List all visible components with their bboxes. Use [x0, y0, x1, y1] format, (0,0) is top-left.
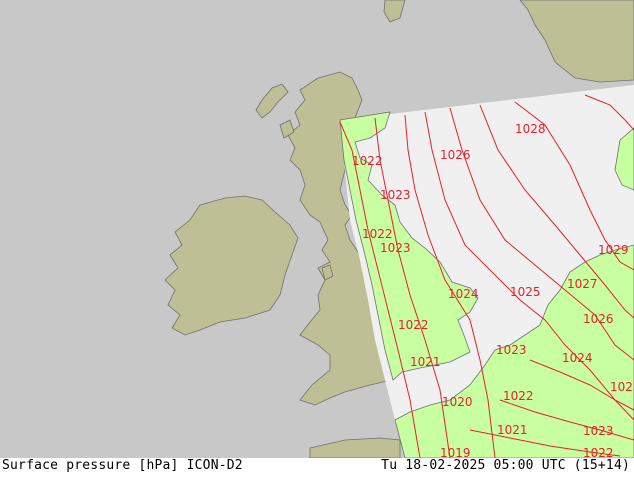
isobar-label: 1022	[352, 154, 383, 168]
isobar-label: 1022	[583, 446, 614, 458]
isobar-label: 1020	[442, 395, 473, 409]
isobar-label: 1022	[503, 389, 534, 403]
valid-time: Tu 18-02-2025 05:00 UTC (15+14)	[381, 458, 630, 473]
isobar-label: 1019	[440, 446, 471, 458]
pressure-map: 1028 1026 1022 1023 1022 1023 1024 1025 …	[0, 0, 634, 458]
isobar-label: 1023	[496, 343, 527, 357]
parameter-title: Surface pressure [hPa] ICON-D2	[2, 458, 243, 473]
isobar-label: 1021	[410, 355, 441, 369]
isobar-label: 1028	[515, 122, 546, 136]
footer-bar: Surface pressure [hPa] ICON-D2 Tu 18-02-…	[0, 458, 634, 490]
isobar-label: 1024	[562, 351, 593, 365]
isobar-label: 1027	[567, 277, 598, 291]
isobar-label: 1021	[497, 423, 528, 437]
isobar-label: 1023	[380, 241, 411, 255]
isobar-label: 1024	[448, 287, 479, 301]
isobar-label: 1023	[380, 188, 411, 202]
isobar-label: 1029	[598, 243, 629, 257]
parameter-name: Surface pressure [hPa]	[2, 458, 179, 473]
isobar-label: 1022	[398, 318, 429, 332]
isobar-label: 1025	[610, 380, 634, 394]
isobar-label: 1022	[362, 227, 393, 241]
isobar-label: 1026	[440, 148, 471, 162]
isobar-label: 1025	[510, 285, 541, 299]
model-name: ICON-D2	[186, 458, 243, 473]
isobar-label: 1023	[583, 424, 614, 438]
isobar-label: 1026	[583, 312, 614, 326]
